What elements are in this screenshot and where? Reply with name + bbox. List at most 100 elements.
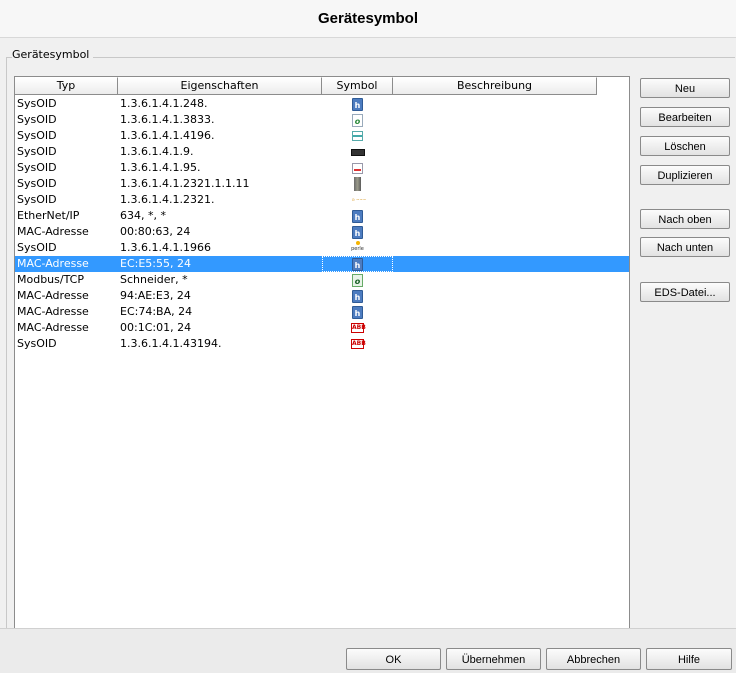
- cell-typ: MAC-Adresse: [17, 289, 89, 302]
- cell-eigenschaften: 1.3.6.1.4.1.9.: [120, 145, 194, 158]
- hirschmann-icon: h: [352, 305, 363, 319]
- cell-beschreibung: [393, 144, 597, 160]
- table-row[interactable]: SysOID 1.3.6.1.4.1.3833. o: [15, 112, 629, 128]
- cell-typ: MAC-Adresse: [17, 305, 89, 318]
- cell-typ: SysOID: [17, 177, 57, 190]
- nach-oben-button[interactable]: Nach oben: [640, 209, 730, 229]
- table-row[interactable]: MAC-Adresse EC:74:BA, 24 h: [15, 304, 629, 320]
- cell-symbol: [322, 176, 393, 192]
- column-header-eigenschaften[interactable]: Eigenschaften: [118, 77, 322, 95]
- cell-beschreibung: [393, 256, 597, 272]
- swirl-icon: o: [352, 113, 363, 127]
- dialog-title: Gerätesymbol: [0, 0, 736, 38]
- cell-eigenschaften: Schneider, *: [120, 273, 188, 286]
- hirschmann-icon: h: [352, 209, 363, 223]
- cell-eigenschaften: 1.3.6.1.4.1.43194.: [120, 337, 222, 350]
- abbrechen-button[interactable]: Abbrechen: [546, 648, 641, 670]
- column-header-typ[interactable]: Typ: [15, 77, 118, 95]
- cell-symbol: o: [322, 272, 393, 288]
- table-row[interactable]: MAC-Adresse 00:1C:01, 24 ABB: [15, 320, 629, 336]
- cell-beschreibung: [393, 320, 597, 336]
- ok-button[interactable]: OK: [346, 648, 441, 670]
- cell-eigenschaften: EC:74:BA, 24: [120, 305, 193, 318]
- cell-eigenschaften: EC:E5:55, 24: [120, 257, 191, 270]
- table-row[interactable]: MAC-Adresse 00:80:63, 24 h: [15, 224, 629, 240]
- cell-symbol: [322, 128, 393, 144]
- table-row[interactable]: MAC-Adresse EC:E5:55, 24 h: [15, 256, 629, 272]
- table-row[interactable]: SysOID 1.3.6.1.4.1.9.: [15, 144, 629, 160]
- cell-typ: EtherNet/IP: [17, 209, 80, 222]
- cell-beschreibung: [393, 272, 597, 288]
- hirschmann-icon: h: [352, 289, 363, 303]
- cell-typ: Modbus/TCP: [17, 273, 84, 286]
- column-header-beschreibung[interactable]: Beschreibung: [393, 77, 597, 95]
- table-row[interactable]: SysOID 1.3.6.1.4.1.95.: [15, 160, 629, 176]
- nach-unten-button[interactable]: Nach unten: [640, 237, 730, 257]
- table-row[interactable]: SysOID 1.3.6.1.4.1.4196.: [15, 128, 629, 144]
- abb-icon: ABB: [351, 339, 366, 349]
- cell-symbol: perle: [322, 240, 393, 256]
- cell-typ: SysOID: [17, 145, 57, 158]
- loeschen-button[interactable]: Löschen: [640, 136, 730, 156]
- bearbeiten-button[interactable]: Bearbeiten: [640, 107, 730, 127]
- cell-beschreibung: [393, 304, 597, 320]
- table-row[interactable]: SysOID 1.3.6.1.4.1.2321.1.1.11: [15, 176, 629, 192]
- abb-icon: ABB: [351, 323, 366, 333]
- cell-typ: SysOID: [17, 241, 57, 254]
- cell-typ: SysOID: [17, 161, 57, 174]
- table-header: Typ Eigenschaften Symbol Beschreibung: [15, 77, 629, 95]
- group-label: Gerätesymbol: [12, 48, 94, 61]
- cell-symbol: h: [322, 224, 393, 240]
- cell-symbol: [322, 144, 393, 160]
- table-row[interactable]: Modbus/TCP Schneider, * o: [15, 272, 629, 288]
- cell-typ: SysOID: [17, 113, 57, 126]
- cell-eigenschaften: 00:80:63, 24: [120, 225, 191, 238]
- cell-symbol: ABB: [322, 336, 393, 352]
- cell-beschreibung: [393, 288, 597, 304]
- swirl-dark-icon: o: [352, 273, 363, 287]
- table-body: SysOID 1.3.6.1.4.1.248. h SysOID 1.3.6.1.4.1…: [15, 96, 629, 352]
- device-symbol-table[interactable]: Typ Eigenschaften Symbol Beschreibung Sy…: [14, 76, 630, 629]
- cell-typ: SysOID: [17, 129, 57, 142]
- cell-beschreibung: [393, 160, 597, 176]
- cell-beschreibung: [393, 208, 597, 224]
- cell-typ: SysOID: [17, 97, 57, 110]
- cell-beschreibung: [393, 112, 597, 128]
- cell-beschreibung: [393, 240, 597, 256]
- table-row[interactable]: MAC-Adresse 94:AE:E3, 24 h: [15, 288, 629, 304]
- cell-eigenschaften: 1.3.6.1.4.1.1966: [120, 241, 211, 254]
- table-row[interactable]: SysOID 1.3.6.1.4.1.43194. ABB: [15, 336, 629, 352]
- column-header-filler: [597, 77, 629, 93]
- duplizieren-button[interactable]: Duplizieren: [640, 165, 730, 185]
- cell-beschreibung: [393, 128, 597, 144]
- cell-symbol: h: [322, 208, 393, 224]
- uebernehmen-button[interactable]: Übernehmen: [446, 648, 541, 670]
- table-row[interactable]: SysOID 1.3.6.1.4.1.1966 perle: [15, 240, 629, 256]
- cell-eigenschaften: 1.3.6.1.4.1.2321.1.1.11: [120, 177, 250, 190]
- cell-eigenschaften: 94:AE:E3, 24: [120, 289, 191, 302]
- cell-symbol: h: [322, 96, 393, 112]
- eds-datei-button[interactable]: EDS-Datei...: [640, 282, 730, 302]
- teal-box-icon: [352, 131, 363, 141]
- cell-typ: MAC-Adresse: [17, 225, 89, 238]
- neu-button[interactable]: Neu: [640, 78, 730, 98]
- cell-typ: SysOID: [17, 193, 57, 206]
- hirschmann-icon: h: [352, 97, 363, 111]
- cell-beschreibung: [393, 336, 597, 352]
- table-row[interactable]: SysOID 1.3.6.1.4.1.248. h: [15, 96, 629, 112]
- perle-icon: perle: [350, 241, 366, 255]
- column-header-symbol[interactable]: Symbol: [322, 77, 393, 95]
- cell-typ: SysOID: [17, 337, 57, 350]
- cell-symbol: o: [322, 112, 393, 128]
- cell-eigenschaften: 1.3.6.1.4.1.2321.: [120, 193, 215, 206]
- cell-typ: MAC-Adresse: [17, 321, 89, 334]
- tiny-logo-icon: ⊙ ~~~: [351, 197, 367, 202]
- cell-symbol: h: [322, 304, 393, 320]
- hilfe-button[interactable]: Hilfe: [646, 648, 732, 670]
- table-row[interactable]: SysOID 1.3.6.1.4.1.2321. ⊙ ~~~: [15, 192, 629, 208]
- cell-eigenschaften: 1.3.6.1.4.1.95.: [120, 161, 201, 174]
- rack-switch-icon: [350, 148, 365, 156]
- cell-eigenschaften: 1.3.6.1.4.1.4196.: [120, 129, 215, 142]
- cell-symbol: h: [322, 288, 393, 304]
- table-row[interactable]: EtherNet/IP 634, *, * h: [15, 208, 629, 224]
